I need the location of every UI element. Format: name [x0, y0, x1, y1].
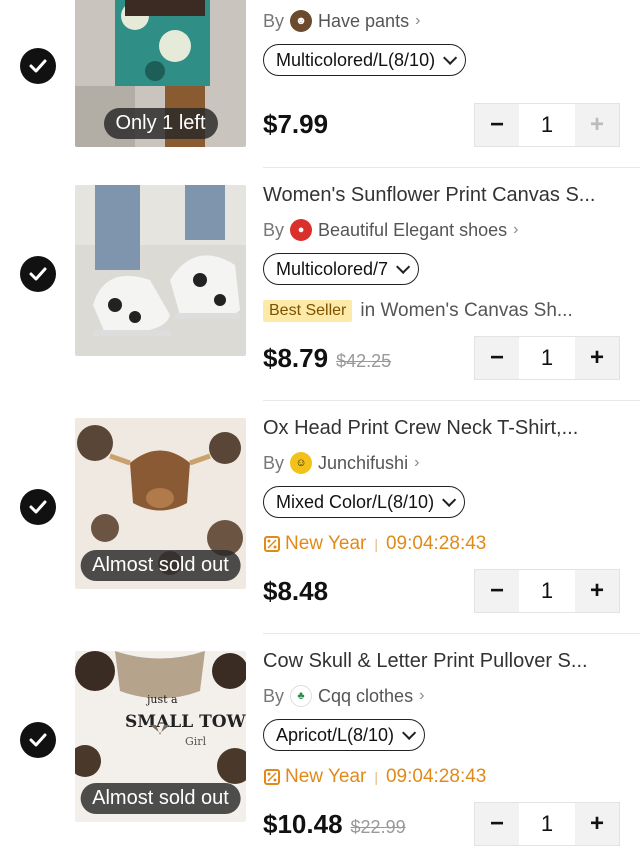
promo-separator: | — [374, 536, 378, 552]
promo-row: New Year | 09:04:28:43 — [263, 533, 486, 555]
chevron-down-icon — [402, 725, 417, 740]
promo-row: New Year | 09:04:28:43 — [263, 766, 486, 788]
minus-icon[interactable]: − — [475, 803, 519, 845]
original-price: $22.99 — [350, 817, 406, 837]
select-check-icon[interactable] — [20, 489, 56, 525]
plus-icon[interactable]: + — [575, 570, 619, 612]
by-label: By — [263, 219, 285, 240]
price-row: $8.79 $42.25 — [263, 343, 391, 374]
select-check-icon[interactable] — [20, 722, 56, 758]
select-check-icon[interactable] — [20, 48, 56, 84]
store-avatar-icon: ☺ — [290, 452, 313, 474]
product-image[interactable]: Almost sold out — [75, 418, 246, 589]
current-price: $8.48 — [263, 576, 329, 606]
store-avatar-icon: ● — [290, 219, 313, 241]
quantity-stepper: − 1 + — [474, 103, 620, 147]
stock-badge: Almost sold out — [80, 783, 241, 814]
store-name: Cqq clothes — [318, 685, 414, 706]
promo-timer: 09:04:28:43 — [385, 766, 487, 787]
current-price: $8.79 — [263, 343, 329, 373]
minus-icon[interactable]: − — [475, 104, 519, 146]
variant-selector[interactable]: Multicolored/7 — [263, 253, 420, 285]
best-seller-category: in Women's Canvas Sh... — [360, 300, 573, 321]
shirt-text: Girl — [185, 735, 207, 748]
promo-separator: | — [374, 769, 378, 785]
product-title[interactable]: Cow Skull & Letter Print Pullover S... — [263, 650, 633, 673]
variant-label: Multicolored/L(8/10) — [276, 49, 436, 70]
best-seller-row[interactable]: Best Seller in Women's Canvas Sh... — [263, 300, 573, 322]
price-row: $10.48 $22.99 — [263, 809, 406, 840]
promo-timer: 09:04:28:43 — [385, 533, 487, 554]
plus-icon[interactable]: + — [575, 337, 619, 379]
current-price: $7.99 — [263, 109, 329, 139]
product-image[interactable]: Only 1 left — [75, 0, 246, 147]
promo-label: New Year — [285, 766, 367, 787]
store-link[interactable]: By ♣ Cqq clothes › — [263, 685, 424, 707]
discount-tag-icon — [264, 536, 280, 552]
variant-label: Apricot/L(8/10) — [276, 724, 395, 745]
store-avatar-icon: ☻ — [290, 10, 313, 32]
by-label: By — [263, 10, 285, 31]
store-link[interactable]: By ☺ Junchifushi › — [263, 452, 419, 474]
variant-label: Multicolored/7 — [276, 258, 389, 279]
variant-selector[interactable]: Multicolored/L(8/10) — [263, 44, 467, 76]
cart-item-4: just a SMALL TOWN Girl Almost sold out C… — [0, 634, 640, 855]
store-link[interactable]: By ☻ Have pants › — [263, 10, 420, 32]
chevron-down-icon — [396, 259, 411, 274]
variant-label: Mixed Color/L(8/10) — [276, 491, 435, 512]
plus-icon[interactable]: + — [575, 104, 619, 146]
shirt-text: SMALL TOWN — [125, 712, 246, 732]
variant-selector[interactable]: Apricot/L(8/10) — [263, 719, 426, 751]
store-avatar-icon: ♣ — [290, 685, 313, 707]
quantity-stepper: − 1 + — [474, 802, 620, 846]
quantity-value[interactable]: 1 — [519, 104, 575, 146]
current-price: $10.48 — [263, 809, 343, 839]
stock-badge: Almost sold out — [80, 550, 241, 581]
price-row: $8.48 — [263, 576, 328, 607]
original-price: $42.25 — [336, 351, 392, 371]
variant-selector[interactable]: Mixed Color/L(8/10) — [263, 486, 466, 518]
product-title[interactable]: Women's Sunflower Print Canvas S... — [263, 184, 633, 207]
store-link[interactable]: By ● Beautiful Elegant shoes › — [263, 219, 518, 241]
discount-tag-icon — [264, 769, 280, 785]
minus-icon[interactable]: − — [475, 337, 519, 379]
chevron-right-icon: › — [415, 12, 421, 29]
product-image[interactable]: just a SMALL TOWN Girl Almost sold out — [75, 651, 246, 822]
by-label: By — [263, 452, 285, 473]
shirt-text: just a — [145, 693, 178, 706]
cart-item-3: Almost sold out Ox Head Print Crew Neck … — [0, 401, 640, 634]
quantity-value[interactable]: 1 — [519, 570, 575, 612]
cart-item-1: Only 1 left By ☻ Have pants › Multicolor… — [0, 0, 640, 168]
select-check-icon[interactable] — [20, 256, 56, 292]
by-label: By — [263, 685, 285, 706]
quantity-stepper: − 1 + — [474, 569, 620, 613]
chevron-down-icon — [442, 492, 457, 507]
store-name: Junchifushi — [318, 452, 409, 473]
chevron-down-icon — [443, 50, 458, 65]
quantity-value[interactable]: 1 — [519, 803, 575, 845]
product-image[interactable] — [75, 185, 246, 356]
quantity-value[interactable]: 1 — [519, 337, 575, 379]
store-name: Have pants — [318, 10, 410, 31]
promo-label: New Year — [285, 533, 367, 554]
product-title[interactable]: Ox Head Print Crew Neck T-Shirt,... — [263, 417, 633, 440]
minus-icon[interactable]: − — [475, 570, 519, 612]
chevron-right-icon: › — [419, 687, 425, 704]
store-name: Beautiful Elegant shoes — [318, 219, 508, 240]
plus-icon[interactable]: + — [575, 803, 619, 845]
best-seller-badge: Best Seller — [263, 300, 353, 322]
chevron-right-icon: › — [513, 221, 519, 238]
stock-badge: Only 1 left — [103, 108, 218, 139]
cart-item-2: Women's Sunflower Print Canvas S... By ●… — [0, 168, 640, 401]
price-row: $7.99 — [263, 109, 328, 140]
chevron-right-icon: › — [414, 454, 420, 471]
quantity-stepper: − 1 + — [474, 336, 620, 380]
